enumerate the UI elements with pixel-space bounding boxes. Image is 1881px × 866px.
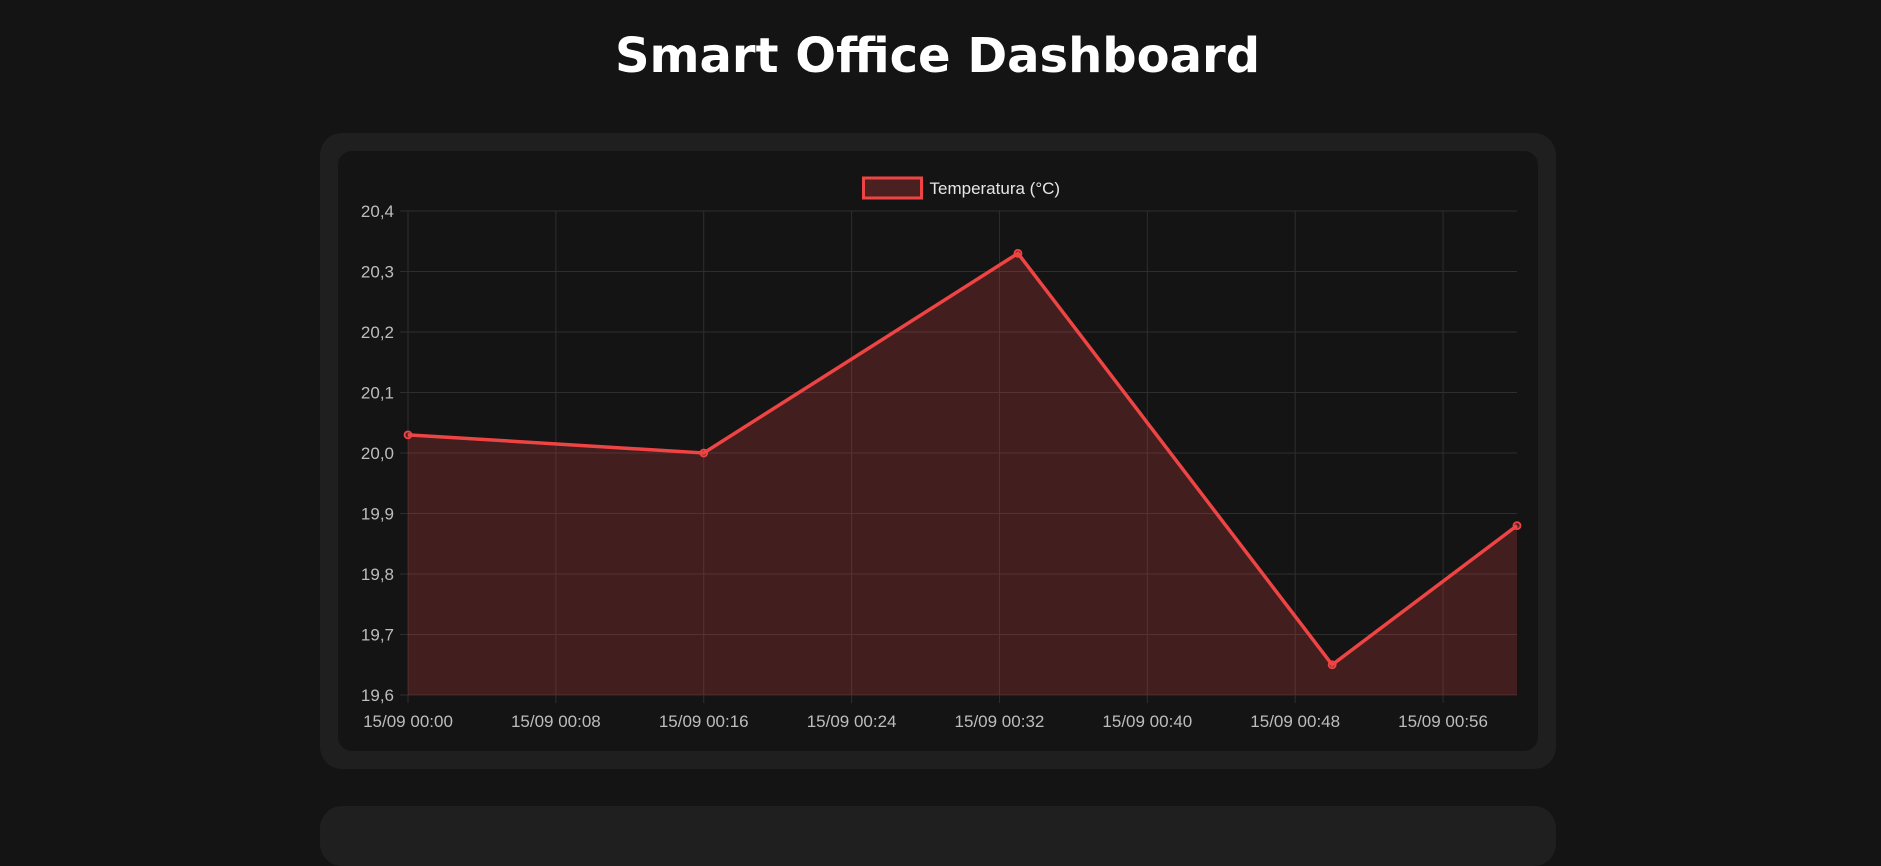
x-tick-label: 15/09 00:08 — [511, 712, 601, 731]
y-tick-label: 20,2 — [361, 323, 394, 342]
series-area — [408, 253, 1517, 695]
y-tick-label: 19,9 — [361, 505, 394, 524]
x-tick-label: 15/09 00:48 — [1250, 712, 1340, 731]
x-tick-label: 15/09 00:00 — [363, 712, 453, 731]
legend-label: Temperatura (°C) — [930, 179, 1061, 198]
x-axis-ticks: 15/09 00:00 15/09 00:08 15/09 00:16 15/09 0… — [363, 712, 1488, 731]
data-point[interactable] — [403, 430, 413, 440]
data-point[interactable] — [699, 448, 709, 458]
area-layer — [408, 253, 1517, 695]
x-tick-label: 15/09 00:56 — [1398, 712, 1488, 731]
y-tick-label: 20,3 — [361, 263, 394, 282]
temperature-chart: 20,4 20,3 20,2 20,1 20,0 19,9 19,8 19,7 19,6 15/… — [361, 176, 1522, 731]
second-card — [320, 806, 1556, 866]
y-tick-label: 20,0 — [361, 444, 394, 463]
data-point[interactable] — [1327, 660, 1337, 670]
data-point[interactable] — [1512, 521, 1522, 531]
y-tick-label: 19,6 — [361, 686, 394, 705]
y-tick-label: 20,4 — [361, 202, 394, 221]
y-axis-ticks: 20,4 20,3 20,2 20,1 20,0 19,9 19,8 19,7 19,6 — [361, 202, 394, 705]
legend-swatch — [862, 176, 923, 200]
y-tick-label: 20,1 — [361, 384, 394, 403]
x-tick-label: 15/09 00:32 — [955, 712, 1045, 731]
x-tick-label: 15/09 00:40 — [1102, 712, 1192, 731]
x-tick-label: 15/09 00:24 — [807, 712, 897, 731]
y-tick-label: 19,8 — [361, 565, 394, 584]
page-title: Smart Office Dashboard — [614, 28, 1261, 84]
legend[interactable]: Temperatura (°C) — [862, 176, 1061, 200]
data-point[interactable] — [1013, 248, 1023, 258]
y-tick-label: 19,7 — [361, 626, 394, 645]
x-tick-label: 15/09 00:16 — [659, 712, 749, 731]
